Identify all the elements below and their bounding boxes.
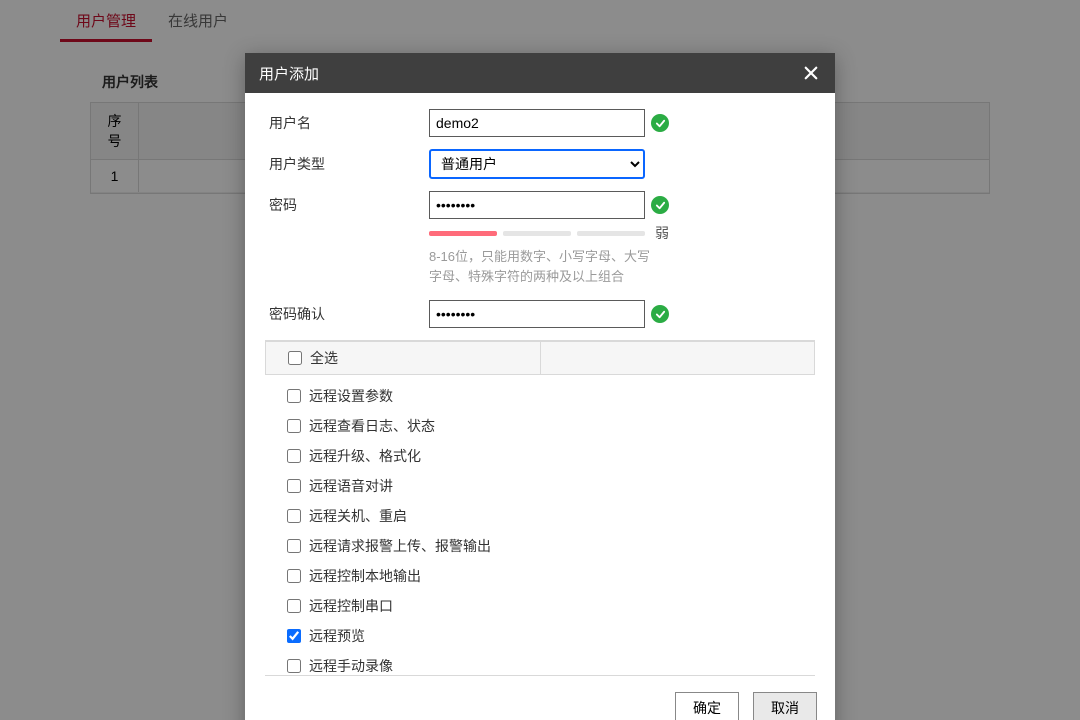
strength-bar-2 <box>503 231 571 236</box>
permission-label: 远程请求报警上传、报警输出 <box>309 536 491 556</box>
label-username: 用户名 <box>265 113 429 133</box>
permission-item[interactable]: 远程手动录像 <box>265 651 815 675</box>
permission-item[interactable]: 远程升级、格式化 <box>265 441 815 471</box>
permission-label: 远程控制本地输出 <box>309 566 421 586</box>
permission-checkbox[interactable] <box>287 629 301 643</box>
usertype-select[interactable]: 普通用户 <box>429 149 645 179</box>
permission-label: 远程预览 <box>309 626 365 646</box>
strength-bar-1 <box>429 231 497 236</box>
permission-item[interactable]: 远程控制本地输出 <box>265 561 815 591</box>
label-confirm: 密码确认 <box>265 304 429 324</box>
modal-overlay: 用户添加 用户名 用户类型 普通用户 <box>0 0 1080 720</box>
permission-checkbox[interactable] <box>287 449 301 463</box>
permission-item[interactable]: 远程请求报警上传、报警输出 <box>265 531 815 561</box>
permission-checkbox[interactable] <box>287 389 301 403</box>
permission-item[interactable]: 远程设置参数 <box>265 381 815 411</box>
check-icon <box>651 196 669 214</box>
close-icon[interactable] <box>799 61 823 85</box>
password-input[interactable] <box>429 191 645 219</box>
select-all-label: 全选 <box>310 348 338 368</box>
permission-item[interactable]: 远程语音对讲 <box>265 471 815 501</box>
username-input[interactable] <box>429 109 645 137</box>
permission-checkbox[interactable] <box>287 419 301 433</box>
permission-label: 远程语音对讲 <box>309 476 393 496</box>
label-password: 密码 <box>265 195 429 215</box>
modal-title: 用户添加 <box>259 63 319 84</box>
permission-checkbox[interactable] <box>287 599 301 613</box>
cancel-button[interactable]: 取消 <box>753 692 817 720</box>
permission-label: 远程升级、格式化 <box>309 446 421 466</box>
permission-item[interactable]: 远程预览 <box>265 621 815 651</box>
permission-checkbox[interactable] <box>287 569 301 583</box>
add-user-modal: 用户添加 用户名 用户类型 普通用户 <box>245 53 835 720</box>
permission-checkbox[interactable] <box>287 479 301 493</box>
permission-label: 远程关机、重启 <box>309 506 407 526</box>
permission-checkbox[interactable] <box>287 539 301 553</box>
permission-label: 远程查看日志、状态 <box>309 416 435 436</box>
permission-label: 远程手动录像 <box>309 656 393 675</box>
strength-bar-3 <box>577 231 645 236</box>
permission-checkbox[interactable] <box>287 659 301 673</box>
confirm-input[interactable] <box>429 300 645 328</box>
permission-checkbox[interactable] <box>287 509 301 523</box>
check-icon <box>651 305 669 323</box>
check-icon <box>651 114 669 132</box>
permission-label: 远程控制串口 <box>309 596 393 616</box>
permission-item[interactable]: 远程查看日志、状态 <box>265 411 815 441</box>
permission-label: 远程设置参数 <box>309 386 393 406</box>
permission-item[interactable]: 远程控制串口 <box>265 591 815 621</box>
permission-item[interactable]: 远程关机、重启 <box>265 501 815 531</box>
label-usertype: 用户类型 <box>265 154 429 174</box>
strength-label: 弱 <box>655 223 669 243</box>
password-hint: 8-16位，只能用数字、小写字母、大写字母、特殊字符的两种及以上组合 <box>429 247 659 286</box>
select-all-checkbox[interactable] <box>288 351 302 365</box>
permissions-table: 全选 远程设置参数远程查看日志、状态远程升级、格式化远程语音对讲远程关机、重启远… <box>265 340 815 676</box>
ok-button[interactable]: 确定 <box>675 692 739 720</box>
